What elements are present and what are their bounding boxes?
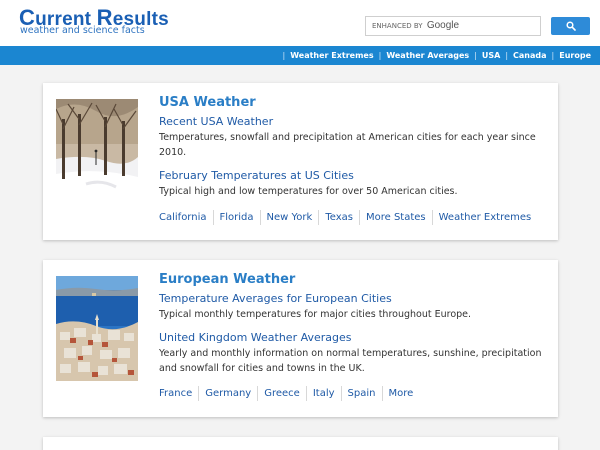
main-nav: | Weather Extremes | Weather Averages | … — [278, 46, 591, 65]
uk-weather-averages-description: Yearly and monthly information on normal… — [159, 348, 542, 374]
site-tagline: weather and science facts — [20, 25, 145, 36]
european-temperature-averages-description: Typical monthly temperatures for major c… — [159, 309, 472, 320]
recent-usa-weather-link[interactable]: Recent USA Weather — [159, 115, 549, 128]
nav-usa[interactable]: USA — [482, 51, 500, 60]
link-italy[interactable]: Italy — [305, 386, 341, 401]
search-form: ENHANCED BY Google — [365, 16, 590, 36]
nav-europe[interactable]: Europe — [559, 51, 591, 60]
nav-separator: | — [282, 51, 286, 60]
link-greece[interactable]: Greece — [257, 386, 306, 401]
link-florida[interactable]: Florida — [212, 210, 260, 225]
link-more-states[interactable]: More States — [358, 210, 432, 225]
coastal-town-image[interactable] — [56, 276, 138, 381]
usa-weather-content: USA Weather Recent USA Weather Temperatu… — [159, 95, 549, 199]
usa-quick-links: California Florida New York Texas More S… — [159, 210, 537, 225]
nav-weather-averages[interactable]: Weather Averages — [386, 51, 469, 60]
link-california[interactable]: California — [159, 210, 213, 225]
european-weather-title[interactable]: European Weather — [159, 272, 549, 287]
nav-separator: | — [551, 51, 555, 60]
google-label: Google — [426, 20, 460, 31]
site-header: Current Results weather and science fact… — [0, 0, 600, 46]
european-weather-content: European Weather Temperature Averages fo… — [159, 272, 549, 376]
nav-separator: | — [474, 51, 477, 60]
next-card — [43, 437, 558, 450]
link-more[interactable]: More — [381, 386, 420, 401]
uk-weather-averages-link[interactable]: United Kingdom Weather Averages — [159, 331, 549, 344]
usa-weather-card: USA Weather Recent USA Weather Temperatu… — [43, 83, 558, 240]
february-temperatures-link[interactable]: February Temperatures at US Cities — [159, 169, 549, 182]
europe-quick-links: France Germany Greece Italy Spain More — [159, 386, 419, 401]
search-input[interactable]: ENHANCED BY Google — [365, 16, 541, 36]
february-temperatures-description: Typical high and low temperatures for ov… — [159, 186, 458, 197]
nav-canada[interactable]: Canada — [513, 51, 547, 60]
european-weather-card: European Weather Temperature Averages fo… — [43, 260, 558, 417]
link-texas[interactable]: Texas — [318, 210, 359, 225]
link-weather-extremes[interactable]: Weather Extremes — [431, 210, 538, 225]
link-new-york[interactable]: New York — [259, 210, 319, 225]
link-spain[interactable]: Spain — [340, 386, 382, 401]
recent-usa-weather-description: Temperatures, snowfall and precipitation… — [159, 132, 536, 158]
snowy-park-image[interactable] — [56, 99, 138, 204]
european-temperature-averages-link[interactable]: Temperature Averages for European Cities — [159, 292, 549, 305]
main-nav-bar: | Weather Extremes | Weather Averages | … — [0, 46, 600, 65]
nav-weather-extremes[interactable]: Weather Extremes — [290, 51, 373, 60]
link-france[interactable]: France — [159, 386, 198, 401]
usa-weather-title[interactable]: USA Weather — [159, 95, 549, 110]
nav-separator: | — [378, 51, 382, 60]
link-germany[interactable]: Germany — [198, 386, 257, 401]
enhanced-by-label: ENHANCED BY — [372, 22, 423, 30]
search-button[interactable] — [551, 17, 590, 35]
nav-separator: | — [505, 51, 509, 60]
search-icon — [566, 21, 576, 31]
